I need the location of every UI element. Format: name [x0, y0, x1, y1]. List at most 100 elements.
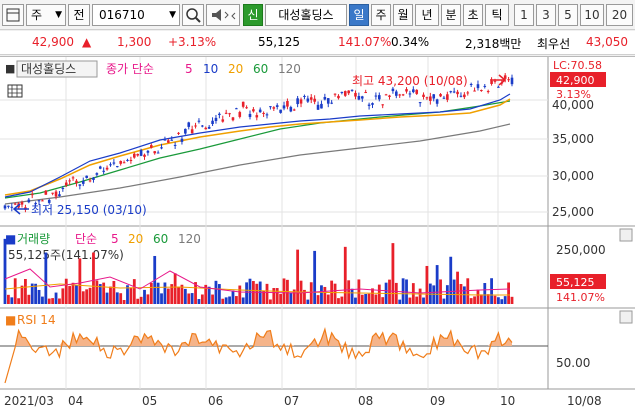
- volume-bar: [313, 250, 317, 304]
- candle-body: [126, 159, 129, 161]
- chevron-down-icon: ▼: [55, 10, 62, 20]
- candle-body: [136, 153, 140, 156]
- volume-bar: [217, 284, 221, 304]
- candle-body: [95, 173, 99, 175]
- candle-body: [258, 109, 262, 113]
- volume-bar: [442, 298, 446, 304]
- period-day-button[interactable]: 일: [349, 4, 369, 26]
- candle-body: [115, 166, 119, 168]
- candle-body: [442, 97, 446, 99]
- interval-3-button[interactable]: 3: [536, 4, 556, 26]
- speaker-icon[interactable]: [206, 4, 240, 26]
- volume-bar: [81, 291, 85, 304]
- volume-bar: [316, 295, 320, 304]
- volume-bar: [309, 282, 313, 304]
- market-select-value: 주: [31, 8, 43, 22]
- x-label-10: 10: [500, 394, 515, 408]
- volume-bar: [507, 282, 510, 304]
- period-year-button[interactable]: 년: [415, 4, 439, 26]
- period-minute-button[interactable]: 분: [441, 4, 461, 26]
- volume-readout: 55,125주(141.07%): [8, 248, 124, 262]
- up-arrow-icon: ▲: [82, 35, 92, 49]
- candle-body: [37, 200, 41, 202]
- volume-bar: [211, 294, 214, 304]
- prev-button[interactable]: 전: [68, 4, 90, 26]
- volume-bar: [459, 284, 463, 304]
- interval-10-button[interactable]: 10: [580, 4, 604, 26]
- x-label-09: 09: [430, 394, 445, 408]
- candle-body: [275, 105, 279, 107]
- candle-body: [354, 92, 357, 97]
- interval-20-button[interactable]: 20: [606, 4, 633, 26]
- candle-body: [337, 95, 340, 99]
- volume-bar: [367, 293, 371, 304]
- volume-bar: [173, 273, 177, 304]
- volume-bar: [374, 294, 378, 304]
- volume-bar: [122, 299, 126, 304]
- candle-body: [231, 117, 235, 121]
- volume-bar: [102, 282, 106, 304]
- volume-bar: [337, 298, 340, 304]
- candle-body: [395, 91, 398, 96]
- code-input[interactable]: 016710 ▼: [92, 4, 180, 26]
- candle-body: [289, 107, 293, 112]
- volume-bar: [415, 296, 419, 304]
- chart-window-icon[interactable]: [2, 4, 24, 26]
- candle-body: [177, 132, 180, 134]
- volume-bar: [486, 294, 490, 304]
- volume-bar: [24, 278, 27, 304]
- volume-bar: [265, 283, 269, 304]
- magnifier-icon[interactable]: [182, 4, 204, 26]
- candle-body: [194, 125, 197, 127]
- candle-body: [98, 166, 102, 169]
- volume-bar: [391, 243, 395, 304]
- period-month-button[interactable]: 월: [393, 4, 413, 26]
- candle-body: [292, 109, 296, 111]
- candle-body: [81, 180, 85, 184]
- interval-1-button[interactable]: 1: [514, 4, 534, 26]
- volume-bar: [371, 288, 374, 304]
- volume-bar: [115, 292, 119, 304]
- candle-body: [323, 96, 327, 100]
- volume-bar: [377, 284, 381, 304]
- candle-body: [330, 102, 333, 104]
- chevron-down-icon: ▼: [169, 10, 176, 20]
- volume-bar: [255, 283, 259, 304]
- period-week-button[interactable]: 주: [371, 4, 391, 26]
- volume-bar: [483, 283, 487, 304]
- volume-ma-label: 단순: [75, 232, 97, 246]
- legend-ma-10: 10: [203, 62, 218, 76]
- volume-bar: [418, 288, 422, 304]
- period-tick-button[interactable]: 틱: [485, 4, 509, 26]
- candle-body: [299, 99, 303, 104]
- market-select[interactable]: 주 ▼: [26, 4, 66, 26]
- volume-bar: [490, 278, 493, 304]
- candle-body: [143, 154, 146, 157]
- volume-bar: [496, 297, 500, 304]
- candle-body: [160, 147, 163, 149]
- candle-body: [286, 101, 289, 107]
- volume-bar: [388, 279, 391, 304]
- candle-body: [384, 94, 388, 96]
- x-label-07: 07: [284, 394, 299, 408]
- volume-bar: [112, 280, 116, 304]
- candle-body: [446, 94, 449, 100]
- candle-body: [197, 120, 201, 122]
- volume-bar: [17, 298, 21, 304]
- rsi-panel-close-button[interactable]: [619, 310, 633, 324]
- candle-body: [150, 145, 153, 148]
- x-label-04: 04: [68, 394, 83, 408]
- candle-body: [201, 125, 204, 127]
- chart-area[interactable]: ■ 대성홀딩스 종가 단순 5 10 20 60 120 최고 43,200 (…: [0, 56, 635, 413]
- interval-5-button[interactable]: 5: [558, 4, 578, 26]
- candle-body: [122, 162, 126, 164]
- candle-body: [180, 138, 184, 142]
- period-second-button[interactable]: 초: [463, 4, 483, 26]
- volume-bar: [449, 256, 453, 304]
- volume-bar: [109, 286, 112, 304]
- volume-panel-close-button[interactable]: [619, 228, 633, 242]
- candle-body: [218, 113, 221, 116]
- volume-title: 거래량: [17, 232, 50, 246]
- stock-chart[interactable]: ■ 대성홀딩스 종가 단순 5 10 20 60 120 최고 43,200 (…: [0, 57, 635, 413]
- grid-table-icon[interactable]: [7, 84, 23, 98]
